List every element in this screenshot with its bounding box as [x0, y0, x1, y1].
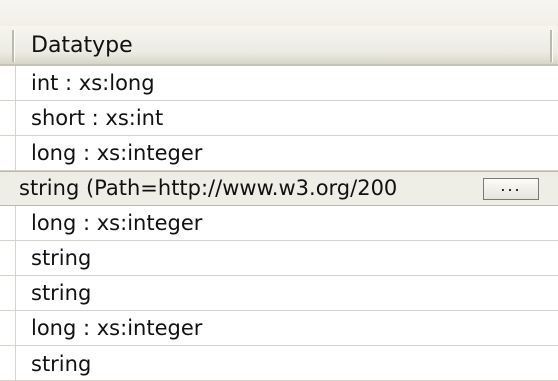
list-item[interactable]: long : xs:integer — [0, 136, 558, 171]
datatype-cell: short : xs:int — [31, 106, 164, 130]
datatype-cell: int : xs:long — [31, 71, 155, 95]
row-gutter — [0, 241, 16, 275]
datatype-cell: string — [31, 246, 92, 270]
ellipsis-button[interactable]: ... — [483, 178, 539, 200]
header-left-separator[interactable] — [12, 30, 15, 62]
row-gutter — [0, 66, 16, 100]
row-gutter — [0, 206, 16, 240]
row-gutter — [0, 101, 16, 135]
datatype-cell: string — [31, 281, 92, 305]
row-gutter — [0, 346, 16, 380]
list-item[interactable]: short : xs:int — [0, 101, 558, 136]
column-header-datatype[interactable]: Datatype — [31, 33, 133, 58]
datatype-cell: long : xs:integer — [31, 141, 203, 165]
datatype-cell: string — [31, 352, 92, 376]
list-item[interactable]: long : xs:integer — [0, 311, 558, 346]
list-item[interactable]: string — [0, 276, 558, 311]
datatype-cell: long : xs:integer — [31, 316, 203, 340]
row-gutter — [0, 276, 16, 310]
datatype-cell: long : xs:integer — [31, 211, 203, 235]
list-item[interactable]: string — [0, 346, 558, 381]
datatype-list: int : xs:long short : xs:int long : xs:i… — [0, 66, 558, 381]
row-gutter — [0, 136, 16, 170]
row-gutter — [0, 311, 16, 345]
list-item[interactable]: int : xs:long — [0, 66, 558, 101]
list-item[interactable]: long : xs:integer — [0, 206, 558, 241]
header-right-separator[interactable] — [550, 30, 553, 62]
top-strip — [0, 0, 558, 26]
list-item[interactable]: string — [0, 241, 558, 276]
list-item-editing[interactable]: string (Path=http://www.w3.org/200 ... — [0, 171, 558, 206]
grid-header: Datatype — [0, 26, 558, 66]
datatype-edit-field[interactable]: string (Path=http://www.w3.org/200 — [19, 176, 397, 200]
